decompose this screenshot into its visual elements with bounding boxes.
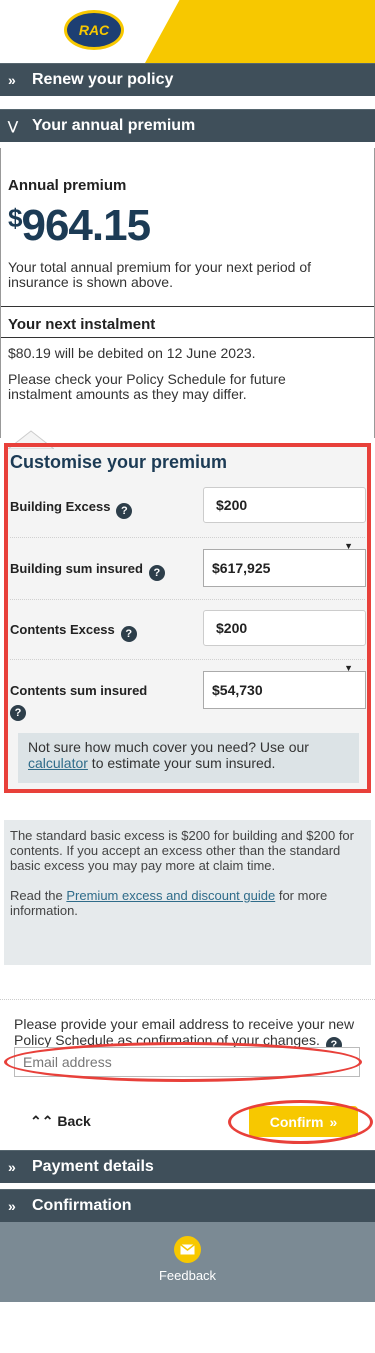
chevron-down-icon: ⋁ [8,119,18,133]
accordion-renew-policy[interactable]: » Renew your policy [0,63,375,96]
annual-premium-label: Annual premium [8,177,127,194]
chevron-up-icon: ⌃⌃ [30,1113,54,1129]
highlight-oval [4,1042,362,1082]
chevron-right-icon: » [8,1198,16,1214]
chevron-right-icon: » [8,72,16,88]
highlight-oval [228,1100,373,1144]
accordion-label: Confirmation [32,1197,132,1214]
accordion-label: Your annual premium [32,117,196,134]
accordion-label: Payment details [32,1158,154,1175]
annual-premium-amount: $964.15 [8,201,151,250]
instalment-text: $80.19 will be debited on 12 June 2023. [8,345,256,361]
divider [0,999,375,1000]
accordion-payment-details[interactable]: » Payment details [0,1150,375,1183]
feedback-label[interactable]: Feedback [0,1268,375,1283]
accordion-label: Renew your policy [32,71,174,88]
excess-info-text: The standard basic excess is $200 for bu… [10,828,354,873]
premium-guide-link[interactable]: Premium excess and discount guide [66,888,275,903]
header: RAC [0,0,375,63]
back-button[interactable]: ⌃⌃ Back [30,1113,91,1130]
highlight-box [4,443,371,793]
instalment-note: Please check your Policy Schedule for fu… [8,371,286,402]
accordion-confirmation[interactable]: » Confirmation [0,1189,375,1222]
chevron-right-icon: » [8,1159,16,1175]
header-yellow-band [145,0,375,63]
feedback-envelope-icon[interactable] [174,1236,201,1263]
excess-info-box: The standard basic excess is $200 for bu… [4,820,371,965]
guide-text: Read the Premium excess and discount gui… [10,888,328,918]
premium-description: Your total annual premium for your next … [8,259,311,290]
accordion-annual-premium[interactable]: ⋁ Your annual premium [0,109,375,142]
rac-logo[interactable]: RAC [64,10,124,50]
next-instalment-label: Your next instalment [8,316,156,333]
